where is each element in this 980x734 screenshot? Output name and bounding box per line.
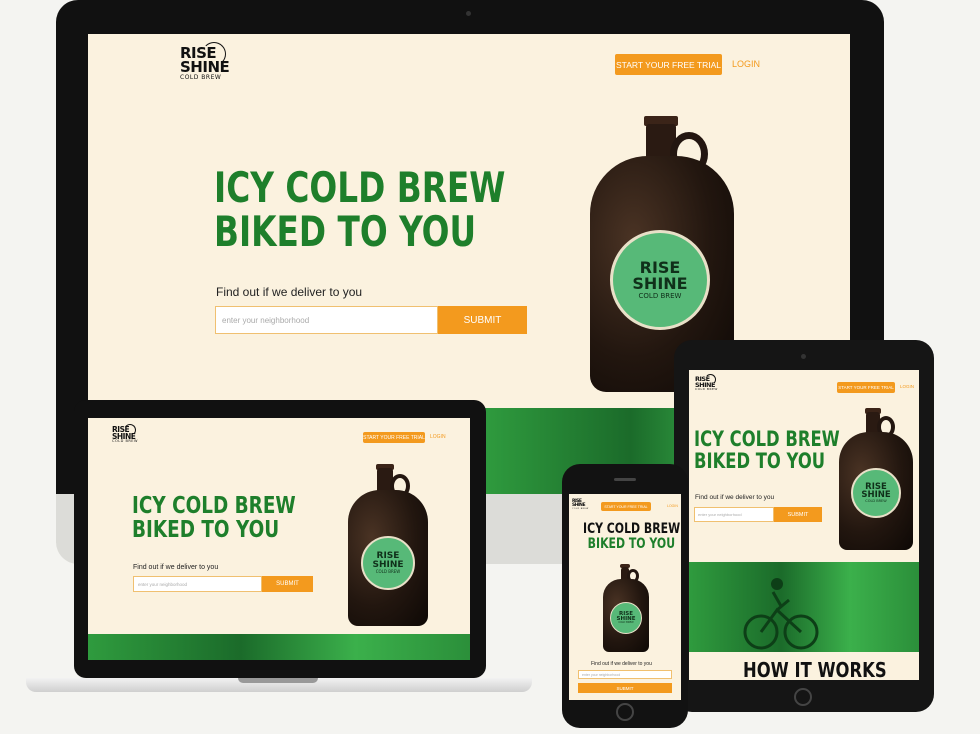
phone-home-button (616, 703, 634, 721)
logo-line3: COLD BREW (112, 439, 138, 444)
growler-label: RISE SHINE COLD BREW (610, 230, 710, 330)
brand-logo[interactable]: RISE SHINE COLD BREW (572, 499, 589, 510)
brand-logo[interactable]: RISE SHINE COLD BREW (180, 42, 230, 80)
cyclist-icon (743, 578, 819, 650)
laptop-screen: RISE SHINE COLD BREW START YOUR FREE TRI… (88, 418, 470, 660)
cyclist-banner (689, 562, 919, 652)
laptop-notch (238, 678, 318, 683)
growler-image: RISE SHINE COLD BREW (839, 408, 915, 550)
start-trial-button[interactable]: START YOUR FREE TRIAL (363, 432, 425, 443)
delivery-prompt: Find out if we deliver to you (133, 564, 219, 571)
growler-image: RISE SHINE COLD BREW (603, 564, 651, 652)
logo-arc-icon (124, 424, 136, 436)
submit-button[interactable]: SUBMIT (578, 683, 672, 693)
tablet-home-button (794, 688, 812, 706)
hero-headline: ICY COLD BREW BIKED TO YOU (583, 522, 680, 551)
login-link[interactable]: LOGIN (430, 434, 446, 440)
login-link[interactable]: LOGIN (667, 504, 678, 508)
growler-label: RISE SHINE COLD BREW (851, 468, 901, 518)
login-link[interactable]: LOGIN (900, 384, 914, 389)
headline-line1: ICY COLD BREW (132, 493, 296, 519)
submit-button[interactable]: SUBMIT (262, 576, 313, 592)
submit-button[interactable]: SUBMIT (774, 507, 822, 522)
login-link[interactable]: LOGIN (732, 59, 760, 69)
brand-logo[interactable]: RISE SHINE COLD BREW (112, 424, 138, 444)
neighborhood-input[interactable]: enter your neighborhood (215, 306, 438, 334)
neighborhood-input[interactable]: enter your neighborhood (578, 670, 672, 679)
headline-line2: BIKED TO YOU (694, 449, 826, 474)
submit-button[interactable]: SUBMIT (438, 306, 527, 334)
headline-line1: ICY COLD BREW (694, 427, 840, 451)
delivery-prompt: Find out if we deliver to you (695, 494, 775, 501)
imac-camera (466, 11, 471, 16)
growler-label: RISE SHINE COLD BREW (610, 602, 642, 634)
hero-headline: ICY COLD BREW BIKED TO YOU (132, 494, 296, 542)
headline-line2: BIKED TO YOU (132, 517, 280, 544)
phone-screen: RISE SHINE COLD BREW START YOUR FREE TRI… (569, 494, 681, 700)
growler-label: RISE SHINE COLD BREW (361, 536, 415, 590)
growler-image: RISE SHINE COLD BREW (346, 464, 430, 626)
headline-line1: ICY COLD BREW (583, 521, 681, 537)
logo-arc-icon (202, 42, 226, 66)
logo-line3: COLD BREW (572, 507, 589, 510)
delivery-prompt: Find out if we deliver to you (591, 661, 652, 667)
how-it-works-heading: HOW IT WORKS (743, 658, 887, 680)
hero-headline: ICY COLD BREW BIKED TO YOU (214, 163, 506, 257)
start-trial-button[interactable]: START YOUR FREE TRIAL (601, 502, 651, 511)
neighborhood-input[interactable]: enter your neighborhood (694, 507, 774, 522)
delivery-prompt: Find out if we deliver to you (216, 285, 363, 299)
tablet-screen: RISE SHINE COLD BREW START YOUR FREE TRI… (689, 370, 919, 680)
hero-headline: ICY COLD BREW BIKED TO YOU (694, 428, 840, 472)
headline-line1: ICY COLD BREW (214, 163, 506, 212)
neighborhood-input[interactable]: enter your neighborhood (133, 576, 262, 592)
phone-speaker (614, 478, 636, 481)
logo-arc-icon (705, 374, 716, 385)
headline-line2: BIKED TO YOU (587, 535, 676, 552)
cyclist-banner (88, 634, 470, 660)
start-trial-button[interactable]: START YOUR FREE TRIAL (837, 382, 895, 393)
brand-logo[interactable]: RISE SHINE COLD BREW (695, 374, 718, 392)
logo-line3: COLD BREW (695, 387, 718, 392)
headline-line2: BIKED TO YOU (214, 207, 477, 257)
start-trial-button[interactable]: START YOUR FREE TRIAL (615, 54, 722, 75)
tablet-camera (801, 354, 806, 359)
